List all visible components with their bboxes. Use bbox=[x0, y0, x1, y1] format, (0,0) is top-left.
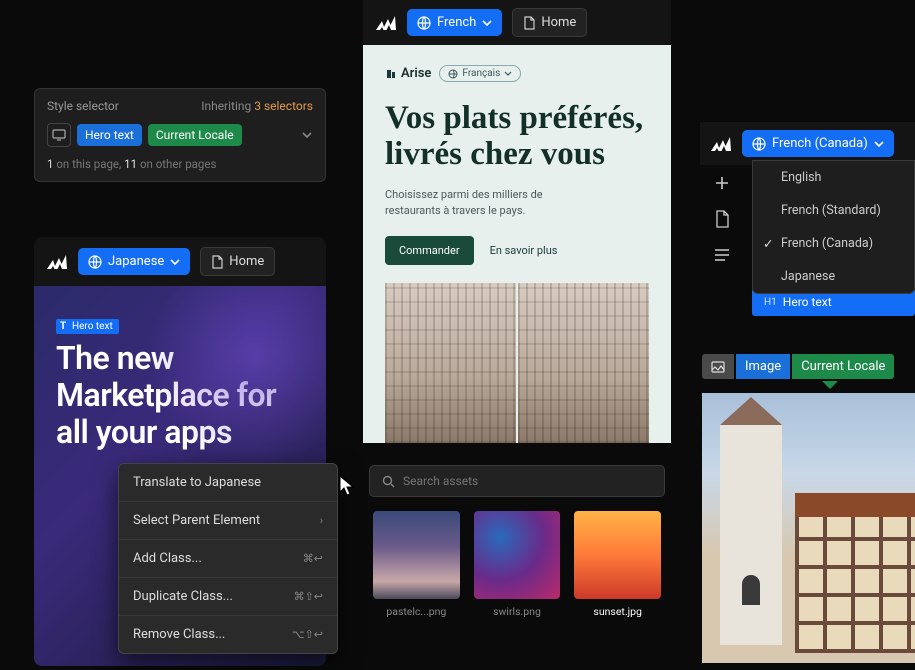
menu-translate[interactable]: Translate to Japanese bbox=[119, 464, 337, 502]
hero-image bbox=[385, 283, 649, 443]
page-icon bbox=[211, 255, 223, 269]
page-icon bbox=[523, 16, 535, 30]
lang-option-english[interactable]: English bbox=[753, 161, 914, 194]
menu-add-class[interactable]: Add Class...⌘↩ bbox=[119, 540, 337, 578]
asset-thumb bbox=[574, 511, 661, 599]
asset-item-selected[interactable]: sunset.jpg bbox=[574, 511, 661, 618]
locale-image[interactable] bbox=[702, 393, 915, 663]
selector-usage: 1 on this page, 11 on other pages bbox=[47, 157, 313, 171]
language-label: French (Canada) bbox=[772, 136, 868, 151]
lang-option-french-std[interactable]: French (Standard) bbox=[753, 194, 914, 227]
language-selector[interactable]: French (Canada) bbox=[742, 130, 894, 157]
inheriting-count[interactable]: 3 selectors bbox=[254, 99, 313, 113]
style-selector-panel: Style selector Inheriting 3 selectors He… bbox=[34, 88, 326, 182]
globe-icon bbox=[752, 137, 766, 151]
home-button[interactable]: Home bbox=[200, 247, 275, 276]
link-button[interactable]: En savoir plus bbox=[490, 244, 558, 257]
class-tag-locale[interactable]: Current Locale bbox=[148, 124, 242, 146]
assets-panel: pastelc...png swirls.png sunset.jpg bbox=[363, 465, 671, 618]
hero-subtitle[interactable]: Choisissez parmi des milliers de restaur… bbox=[385, 187, 585, 220]
designer-panel-canada: French (Canada) bbox=[700, 122, 915, 165]
chevron-down-icon bbox=[170, 259, 180, 265]
language-selector[interactable]: French bbox=[407, 9, 502, 36]
search-input[interactable] bbox=[369, 465, 665, 497]
badge-image[interactable]: Image bbox=[736, 354, 790, 379]
asset-item[interactable]: swirls.png bbox=[474, 511, 561, 618]
asset-thumb bbox=[474, 511, 561, 599]
search-field[interactable] bbox=[403, 474, 652, 488]
lang-option-french-ca[interactable]: French (Canada) bbox=[753, 227, 914, 260]
primary-button[interactable]: Commander bbox=[385, 236, 474, 265]
language-label: French bbox=[437, 15, 476, 30]
hero-text[interactable]: The new Marketplace for all your apps bbox=[56, 340, 304, 450]
cursor-icon bbox=[338, 474, 356, 496]
home-label: Home bbox=[541, 15, 576, 30]
chevron-down-icon bbox=[482, 20, 492, 26]
page-icon[interactable] bbox=[711, 208, 733, 230]
webflow-logo-icon[interactable] bbox=[46, 251, 68, 273]
style-selector-title: Style selector bbox=[47, 99, 119, 113]
language-label: Japanese bbox=[108, 254, 164, 269]
class-tag-hero[interactable]: Hero text bbox=[77, 124, 142, 146]
menu-select-parent[interactable]: Select Parent Element› bbox=[119, 502, 337, 540]
topbar: French (Canada) bbox=[700, 122, 915, 165]
menu-duplicate-class[interactable]: Duplicate Class...⌘⇧↩ bbox=[119, 578, 337, 616]
designer-panel-french: French Home Arise Français Vos plats pré… bbox=[363, 0, 671, 443]
brand-logo[interactable]: Arise bbox=[385, 66, 431, 81]
menu-icon[interactable] bbox=[711, 244, 733, 266]
asset-thumb bbox=[373, 511, 460, 599]
badge-locale[interactable]: Current Locale bbox=[792, 354, 894, 379]
hero-title[interactable]: Vos plats préférés, livrés chez vous bbox=[385, 100, 649, 173]
language-selector[interactable]: Japanese bbox=[78, 248, 190, 275]
element-label[interactable]: Hero text bbox=[56, 319, 119, 334]
asset-item[interactable]: pastelc...png bbox=[373, 511, 460, 618]
add-icon[interactable] bbox=[711, 172, 733, 194]
search-icon bbox=[382, 475, 395, 488]
chevron-down-icon bbox=[874, 141, 884, 147]
topbar: French Home bbox=[363, 0, 671, 45]
webflow-logo-icon[interactable] bbox=[375, 12, 397, 34]
home-label: Home bbox=[229, 254, 264, 269]
menu-remove-class[interactable]: Remove Class...⌥⇧↩ bbox=[119, 616, 337, 653]
h1-badge: H1 bbox=[764, 297, 777, 308]
canvas[interactable]: Arise Français Vos plats préférés, livré… bbox=[363, 45, 671, 443]
context-menu: Translate to Japanese Select Parent Elem… bbox=[118, 463, 338, 654]
topbar: Japanese Home bbox=[34, 237, 326, 286]
locale-pill[interactable]: Français bbox=[439, 65, 521, 82]
language-dropdown: English French (Standard) French (Canada… bbox=[752, 160, 915, 294]
webflow-logo-icon[interactable] bbox=[710, 133, 732, 155]
chevron-down-icon[interactable] bbox=[301, 131, 313, 139]
pointer-icon bbox=[822, 381, 838, 389]
home-button[interactable]: Home bbox=[512, 8, 587, 37]
device-icon[interactable] bbox=[47, 123, 71, 147]
globe-icon bbox=[88, 255, 102, 269]
image-type-icon[interactable] bbox=[702, 354, 734, 379]
lang-option-japanese[interactable]: Japanese bbox=[753, 260, 914, 293]
image-locale-panel: Image Current Locale bbox=[702, 354, 915, 663]
sidebar bbox=[700, 160, 744, 278]
inheriting-label: Inheriting 3 selectors bbox=[201, 99, 313, 113]
globe-icon bbox=[417, 16, 431, 30]
